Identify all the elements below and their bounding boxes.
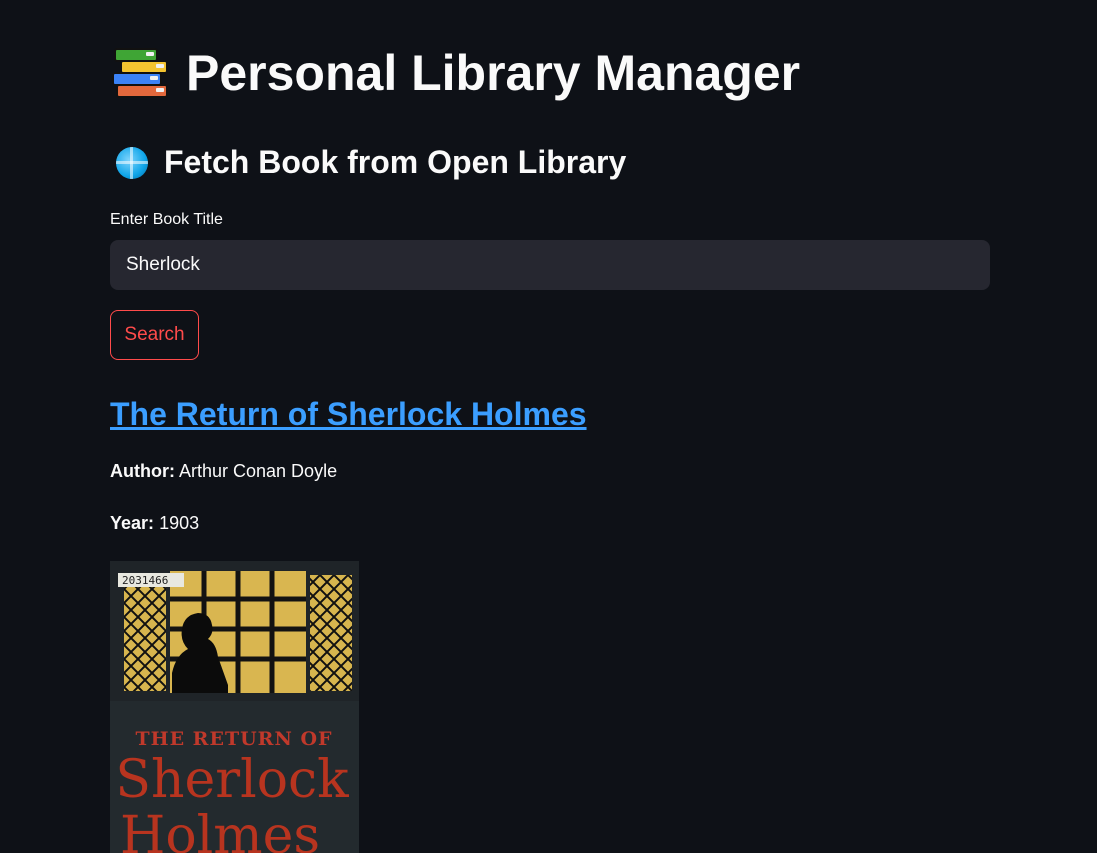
year-value: 1903 bbox=[159, 513, 200, 533]
books-icon bbox=[110, 44, 168, 102]
author-label: Author: bbox=[110, 461, 175, 481]
cover-line-2: Sherlock bbox=[115, 750, 349, 810]
cover-line-1: THE RETURN OF bbox=[136, 728, 333, 750]
fetch-section-header: Fetch Book from Open Library bbox=[110, 144, 626, 181]
book-author: Author: Arthur Conan Doyle bbox=[110, 461, 337, 482]
fetch-heading: Fetch Book from Open Library bbox=[164, 144, 627, 180]
cover-line-3: Holmes bbox=[120, 806, 320, 853]
book-title-label: Enter Book Title bbox=[110, 211, 223, 228]
search-button[interactable]: Search bbox=[110, 310, 199, 360]
globe-icon bbox=[116, 146, 148, 179]
cover-stamp: 2031466 bbox=[122, 574, 168, 587]
book-result-title-link[interactable]: The Return of Sherlock Holmes bbox=[110, 396, 587, 433]
page-title: Personal Library Manager bbox=[186, 45, 801, 101]
author-value: Arthur Conan Doyle bbox=[179, 461, 338, 481]
book-cover-image: 2031466 THE RETURN OF Sherlock Holmes bbox=[110, 561, 359, 853]
year-label: Year: bbox=[110, 513, 155, 533]
app-header: Personal Library Manager bbox=[110, 44, 800, 102]
book-year: Year: 1903 bbox=[110, 513, 199, 534]
book-title-input[interactable] bbox=[110, 240, 990, 290]
